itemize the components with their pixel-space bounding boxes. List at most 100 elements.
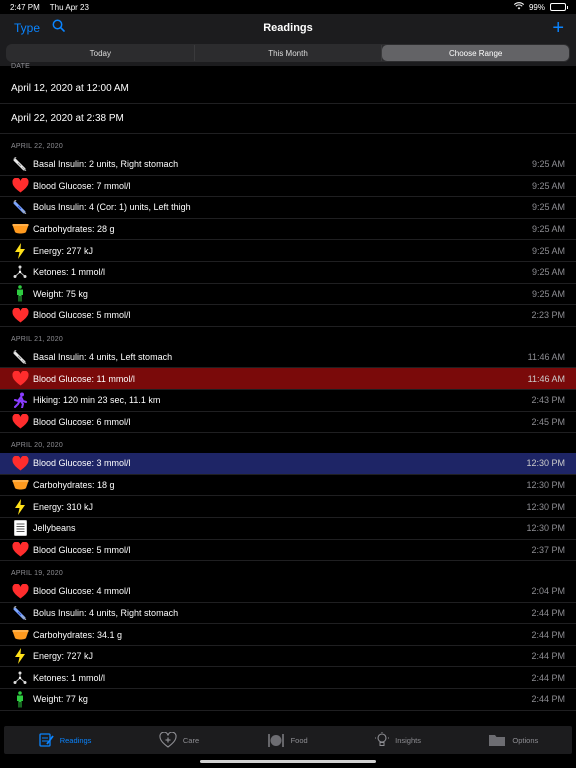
lightning-icon [11, 498, 29, 515]
range-end-date[interactable]: April 22, 2020 at 2:38 PM [0, 104, 576, 134]
reading-row[interactable]: Bolus Insulin: 4 (Cor: 1) units, Left th… [0, 197, 576, 219]
reading-text: Blood Glucose: 3 mmol/l [33, 458, 131, 469]
reading-row[interactable]: Weight: 75 kg 9:25 AM [0, 284, 576, 306]
battery-percent: 99% [528, 2, 545, 12]
section-header: APRIL 21, 2020 [11, 335, 63, 343]
reading-row[interactable]: Blood Glucose: 5 mmol/l 2:23 PM [0, 305, 576, 327]
reading-time: 9:25 AM [531, 224, 565, 235]
reading-text: Blood Glucose: 4 mmol/l [33, 586, 131, 597]
reading-time: 2:44 PM [531, 651, 565, 662]
range-segmented-control: Today This Month Choose Range [6, 44, 570, 62]
tab-insights-label: Insights [395, 735, 421, 745]
reading-row[interactable]: Energy: 310 kJ 12:30 PM [0, 496, 576, 518]
reading-text: Weight: 77 kg [33, 694, 88, 705]
reading-row[interactable]: Blood Glucose: 11 mmol/l 11:46 AM [0, 368, 576, 390]
search-icon[interactable] [52, 19, 65, 37]
segment-choose-range[interactable]: Choose Range [382, 45, 570, 61]
reading-row[interactable]: Carbohydrates: 34.1 g 2:44 PM [0, 624, 576, 646]
hiker-icon [11, 392, 29, 409]
reading-time: 12:30 PM [526, 523, 565, 534]
readings-list[interactable]: DATE April 12, 2020 at 12:00 AM April 22… [0, 62, 576, 726]
reading-time: 12:30 PM [526, 480, 565, 491]
reading-row[interactable]: Blood Glucose: 3 mmol/l 12:30 PM [0, 453, 576, 475]
navigation-bar: Type + [0, 14, 576, 42]
reading-time: 2:04 PM [531, 586, 565, 597]
reading-time: 2:23 PM [531, 310, 565, 321]
reading-text: Ketones: 1 mmol/l [33, 267, 106, 278]
syringe-blue-icon [11, 199, 29, 215]
reading-row[interactable]: Blood Glucose: 6 mmol/l 2:45 PM [0, 412, 576, 434]
reading-row[interactable]: Ketones: 1 mmol/l 2:44 PM [0, 667, 576, 690]
type-button[interactable]: Type [14, 21, 40, 35]
bowl-icon [11, 627, 29, 643]
heart-icon [11, 178, 29, 194]
reading-text: Energy: 310 kJ [33, 501, 94, 512]
reading-row[interactable]: Energy: 277 kJ 9:25 AM [0, 240, 576, 262]
note-icon [11, 520, 29, 537]
reading-row[interactable]: Basal Insulin: 4 units, Left stomach 11:4… [0, 347, 576, 369]
reading-time: 2:37 PM [531, 544, 565, 555]
reading-text: Carbohydrates: 34.1 g [33, 629, 123, 640]
tab-readings[interactable]: Readings [38, 732, 92, 748]
reading-time: 2:44 PM [531, 629, 565, 640]
reading-time: 2:43 PM [531, 395, 565, 406]
reading-row[interactable]: Carbohydrates: 28 g 9:25 AM [0, 219, 576, 241]
lightning-icon [11, 242, 29, 259]
reading-time: 2:44 PM [531, 694, 565, 705]
lightning-icon [11, 648, 29, 665]
heart-icon [11, 542, 29, 558]
bowl-icon [11, 221, 29, 237]
segment-this-month[interactable]: This Month [195, 45, 383, 61]
tab-bar: Readings Care Food Insights Options [4, 726, 572, 754]
insights-icon [375, 732, 390, 748]
reading-row[interactable]: Bolus Insulin: 4 units, Right stomach 2:4… [0, 603, 576, 625]
reading-row[interactable]: Jellybeans 12:30 PM [0, 518, 576, 540]
reading-time: 2:44 PM [531, 672, 565, 683]
reading-time: 9:25 AM [531, 288, 565, 299]
reading-text: Basal Insulin: 4 units, Left stomach [33, 352, 173, 363]
tab-care[interactable]: Care [159, 732, 199, 748]
person-icon [11, 285, 29, 302]
syringe-icon [11, 349, 29, 365]
bowl-icon [11, 477, 29, 493]
food-icon [267, 732, 285, 748]
tab-readings-label: Readings [59, 735, 92, 745]
reading-text: Blood Glucose: 11 mmol/l [33, 373, 135, 384]
section-header: APRIL 22, 2020 [11, 143, 63, 150]
reading-text: Energy: 277 kJ [33, 245, 94, 256]
reading-time: 12:30 PM [526, 501, 565, 512]
heart-icon [11, 307, 29, 323]
reading-row[interactable]: Carbohydrates: 18 g 12:30 PM [0, 475, 576, 497]
tab-insights[interactable]: Insights [375, 732, 421, 748]
heart-icon [11, 455, 29, 471]
reading-time: 9:25 AM [531, 159, 565, 170]
reading-row[interactable]: Weight: 77 kg 2:44 PM [0, 689, 576, 711]
reading-row[interactable]: Blood Glucose: 5 mmol/l 2:37 PM [0, 540, 576, 562]
reading-row[interactable]: Blood Glucose: 4 mmol/l 2:04 PM [0, 581, 576, 603]
add-button[interactable]: + [552, 18, 564, 38]
reading-text: Bolus Insulin: 4 units, Right stomach [33, 607, 179, 618]
reading-row[interactable]: Hiking: 120 min 23 sec, 11.1 km 2:43 PM [0, 390, 576, 412]
reading-text: Blood Glucose: 7 mmol/l [33, 180, 131, 191]
tab-food[interactable]: Food [267, 732, 308, 748]
folder-icon [488, 733, 506, 747]
date-range-header: DATE [11, 63, 30, 70]
reading-time: 9:25 AM [531, 180, 565, 191]
reading-row[interactable]: Ketones: 1 mmol/l 9:25 AM [0, 262, 576, 284]
status-date: Thu Apr 23 [49, 2, 89, 12]
reading-text: Energy: 727 kJ [33, 651, 94, 662]
segment-today[interactable]: Today [7, 45, 195, 61]
reading-text: Blood Glucose: 6 mmol/l [33, 416, 131, 427]
syringe-blue-icon [11, 605, 29, 621]
section-header: APRIL 19, 2020 [11, 570, 63, 578]
reading-row[interactable]: Basal Insulin: 2 units, Right stomach 9:2… [0, 154, 576, 176]
reading-text: Hiking: 120 min 23 sec, 11.1 km [33, 395, 161, 406]
molecule-icon [11, 670, 29, 686]
tab-options[interactable]: Options [488, 733, 538, 747]
reading-row[interactable]: Energy: 727 kJ 2:44 PM [0, 646, 576, 668]
person-icon [11, 691, 29, 708]
range-start-date[interactable]: April 12, 2020 at 12:00 AM [0, 74, 576, 104]
reading-text: Weight: 75 kg [33, 288, 88, 299]
reading-row[interactable]: Blood Glucose: 7 mmol/l 9:25 AM [0, 176, 576, 198]
heart-icon [11, 414, 29, 430]
